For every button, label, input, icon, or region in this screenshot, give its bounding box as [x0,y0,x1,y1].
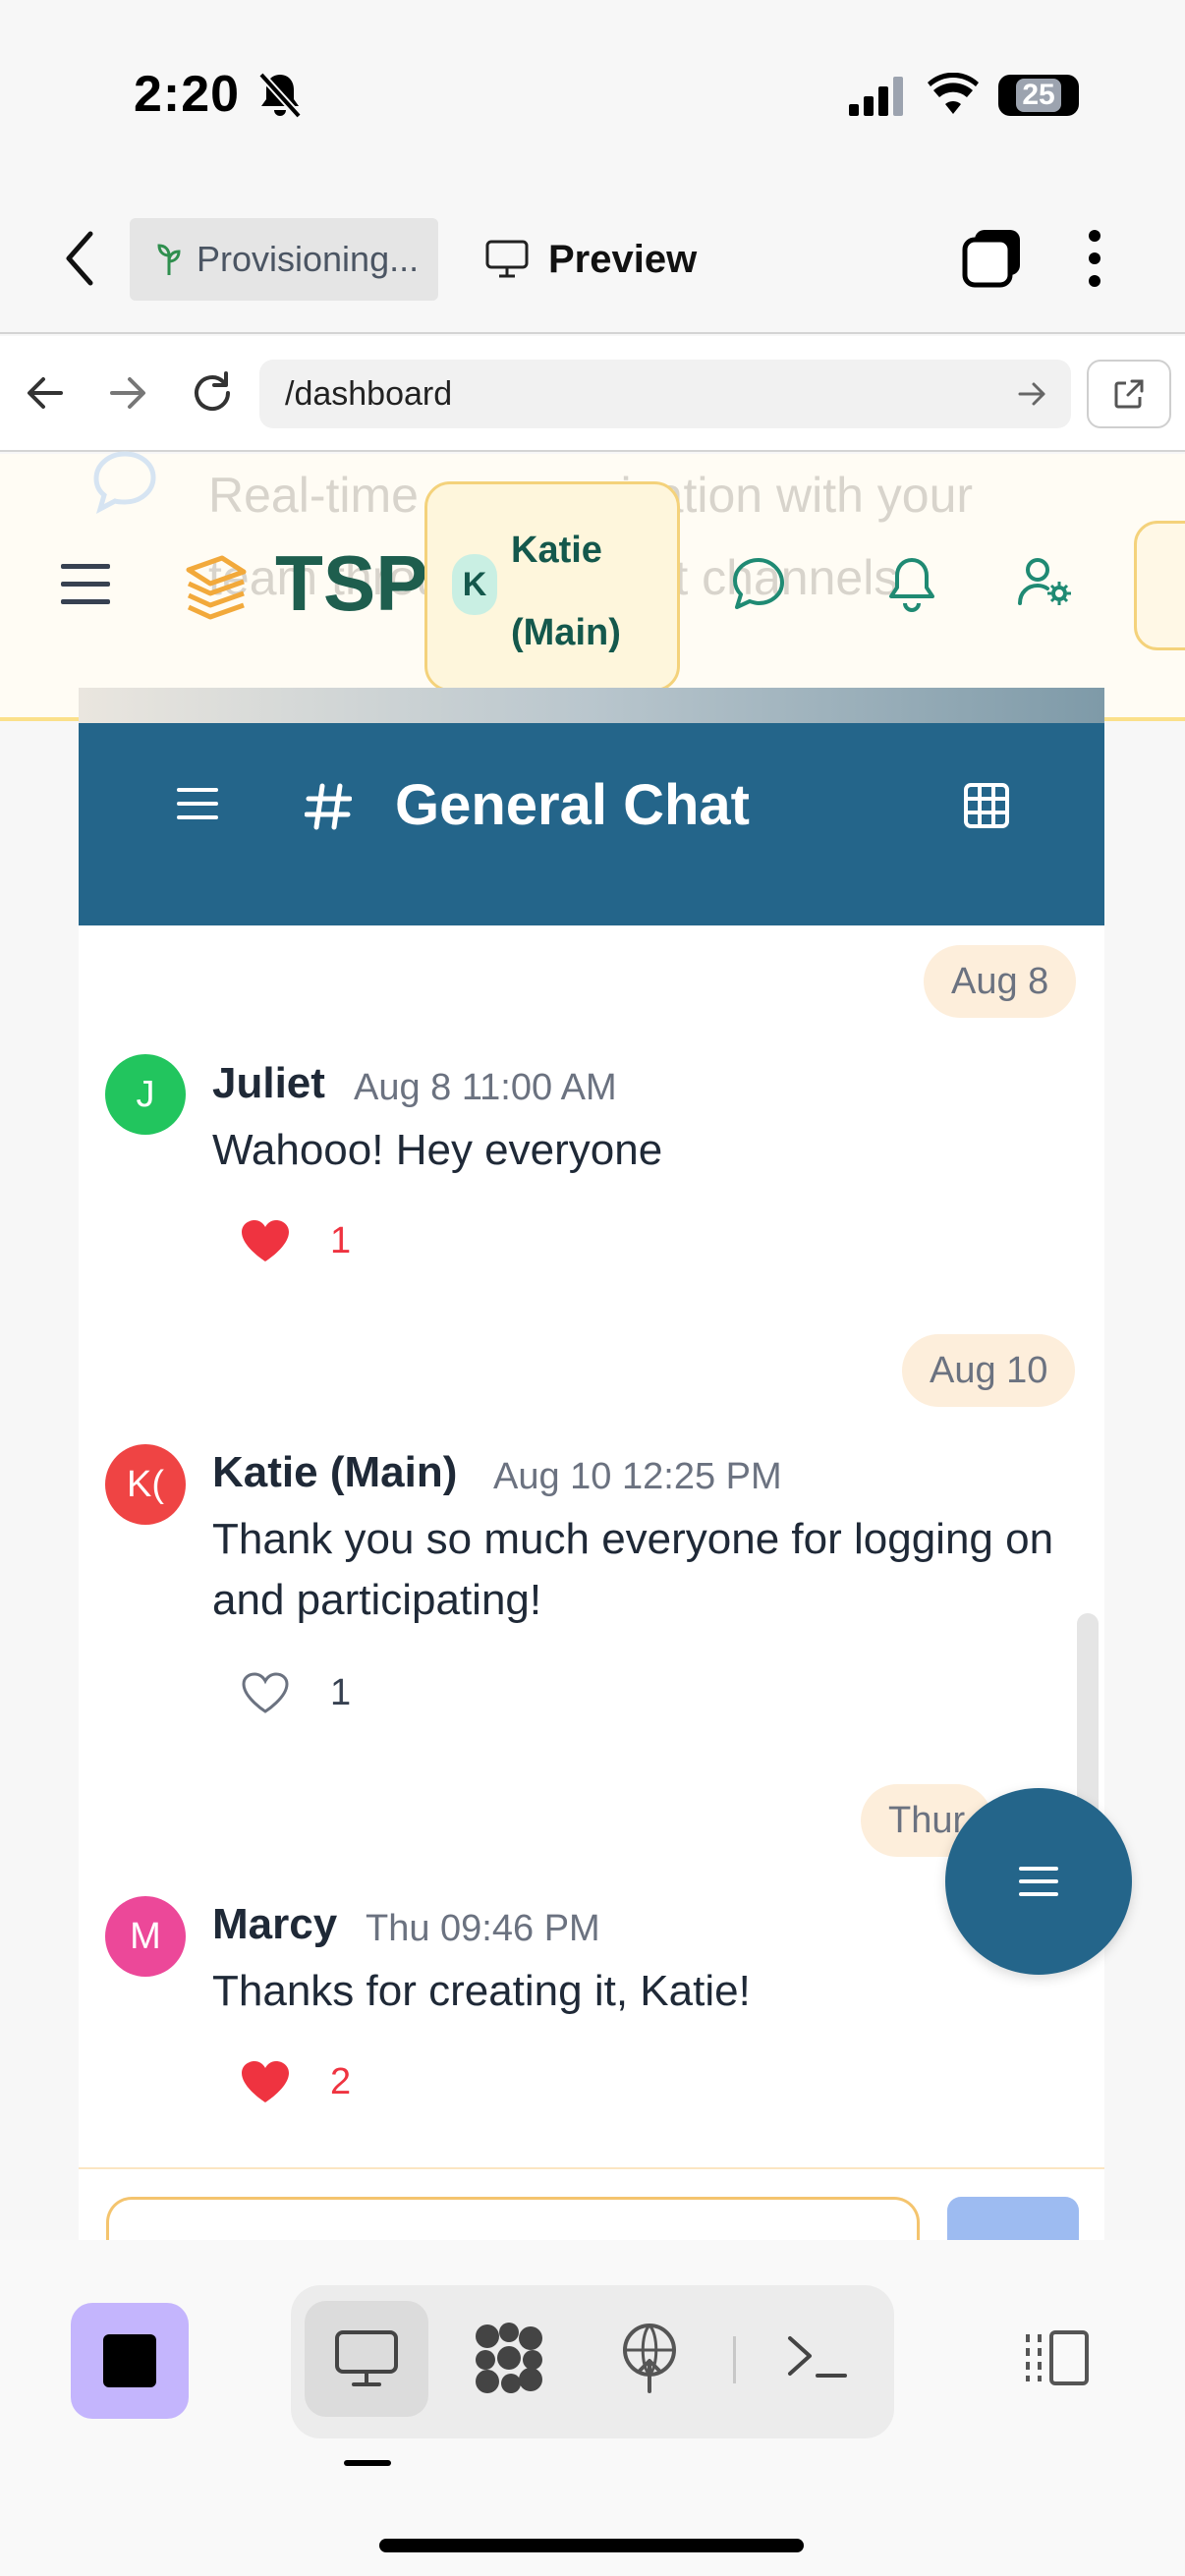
split-view-icon[interactable] [1018,2328,1091,2387]
sandwich-logo-icon [183,552,248,621]
heart-outline-icon [240,1670,291,1715]
hash-icon [305,782,352,831]
external-link-icon [1112,377,1146,411]
active-tool-indicator [344,2460,391,2466]
date-divider: Aug 10 [902,1334,1076,1407]
channel-menu-icon[interactable] [177,786,218,821]
heart-filled-icon [240,2059,291,2104]
reload-icon[interactable] [191,371,234,415]
like-count: 1 [330,1219,352,1261]
more-options-icon[interactable] [1087,230,1102,287]
floating-menu-button[interactable] [945,1788,1132,1975]
url-text: /dashboard [285,374,453,413]
message-author: Juliet [212,1059,325,1107]
go-arrow-icon[interactable] [1018,381,1047,407]
user-avatar: K [452,554,497,615]
avatar: M [105,1896,186,1977]
message-text: Thank you so much everyone for logging o… [212,1515,1054,1624]
desktop-view-button[interactable] [305,2301,428,2417]
message-author: Katie (Main) [212,1448,458,1496]
app-logo-text: TSP [275,539,428,627]
user-settings-icon[interactable] [1018,556,1073,607]
back-chevron-icon[interactable] [65,230,94,287]
header-overflow-button[interactable] [1134,521,1185,650]
avatar: J [105,1054,186,1135]
tab-label: Preview [548,237,698,281]
monitor-icon [334,2329,399,2388]
message-timestamp: Thu 09:46 PM [366,1908,600,1949]
cellular-signal-icon [849,77,904,116]
tab-label: Provisioning... [197,239,420,279]
nav-forward-icon[interactable] [108,375,147,411]
like-reaction[interactable]: 2 [240,2059,351,2104]
menu-icon [1019,1865,1058,1898]
tool-divider [733,2336,736,2383]
stop-button[interactable] [71,2303,189,2419]
bell-slash-icon [257,71,303,118]
tab-preview[interactable]: Preview [485,218,697,301]
chat-bubble-icon [90,448,159,517]
like-reaction[interactable]: 1 [240,1218,351,1263]
avatar: K( [105,1444,186,1525]
message-text: Thanks for creating it, Katie! [212,1967,751,2015]
message-timestamp: Aug 10 12:25 PM [493,1456,782,1497]
channel-title: General Chat [395,773,750,837]
chat-scrollbar[interactable] [1077,1613,1099,1820]
tab-provisioning[interactable]: Provisioning... [130,218,438,301]
sprout-icon [153,242,185,277]
stop-square-icon [103,2334,156,2387]
panel-top-strip [79,688,1104,723]
grid-view-icon[interactable] [963,782,1010,829]
integrations-icon[interactable] [472,2321,546,2395]
battery-indicator: 25 [998,75,1079,116]
home-indicator [379,2539,804,2552]
like-reaction[interactable]: 1 [240,1670,351,1715]
user-name: Katie (Main) [511,530,621,653]
url-input[interactable]: /dashboard [259,360,1071,428]
like-count: 1 [330,1671,352,1713]
message-author: Marcy [212,1900,338,1948]
open-external-button[interactable] [1087,360,1171,428]
status-time: 2:20 [134,66,241,123]
notifications-bell-icon[interactable] [886,556,937,613]
message-timestamp: Aug 8 11:00 AM [354,1067,617,1108]
terminal-icon[interactable] [786,2332,849,2381]
main-menu-icon[interactable] [59,562,112,605]
date-divider: Aug 8 [924,945,1077,1018]
tabs-switcher-icon[interactable] [961,226,1024,289]
like-count: 2 [330,2060,352,2102]
nav-back-icon[interactable] [26,375,65,411]
deploy-icon[interactable] [619,2323,680,2393]
monitor-icon [485,240,529,279]
message-text: Wahooo! Hey everyone [212,1126,663,1174]
messages-icon[interactable] [731,556,786,611]
wifi-icon [928,73,979,116]
heart-filled-icon [240,1218,291,1263]
